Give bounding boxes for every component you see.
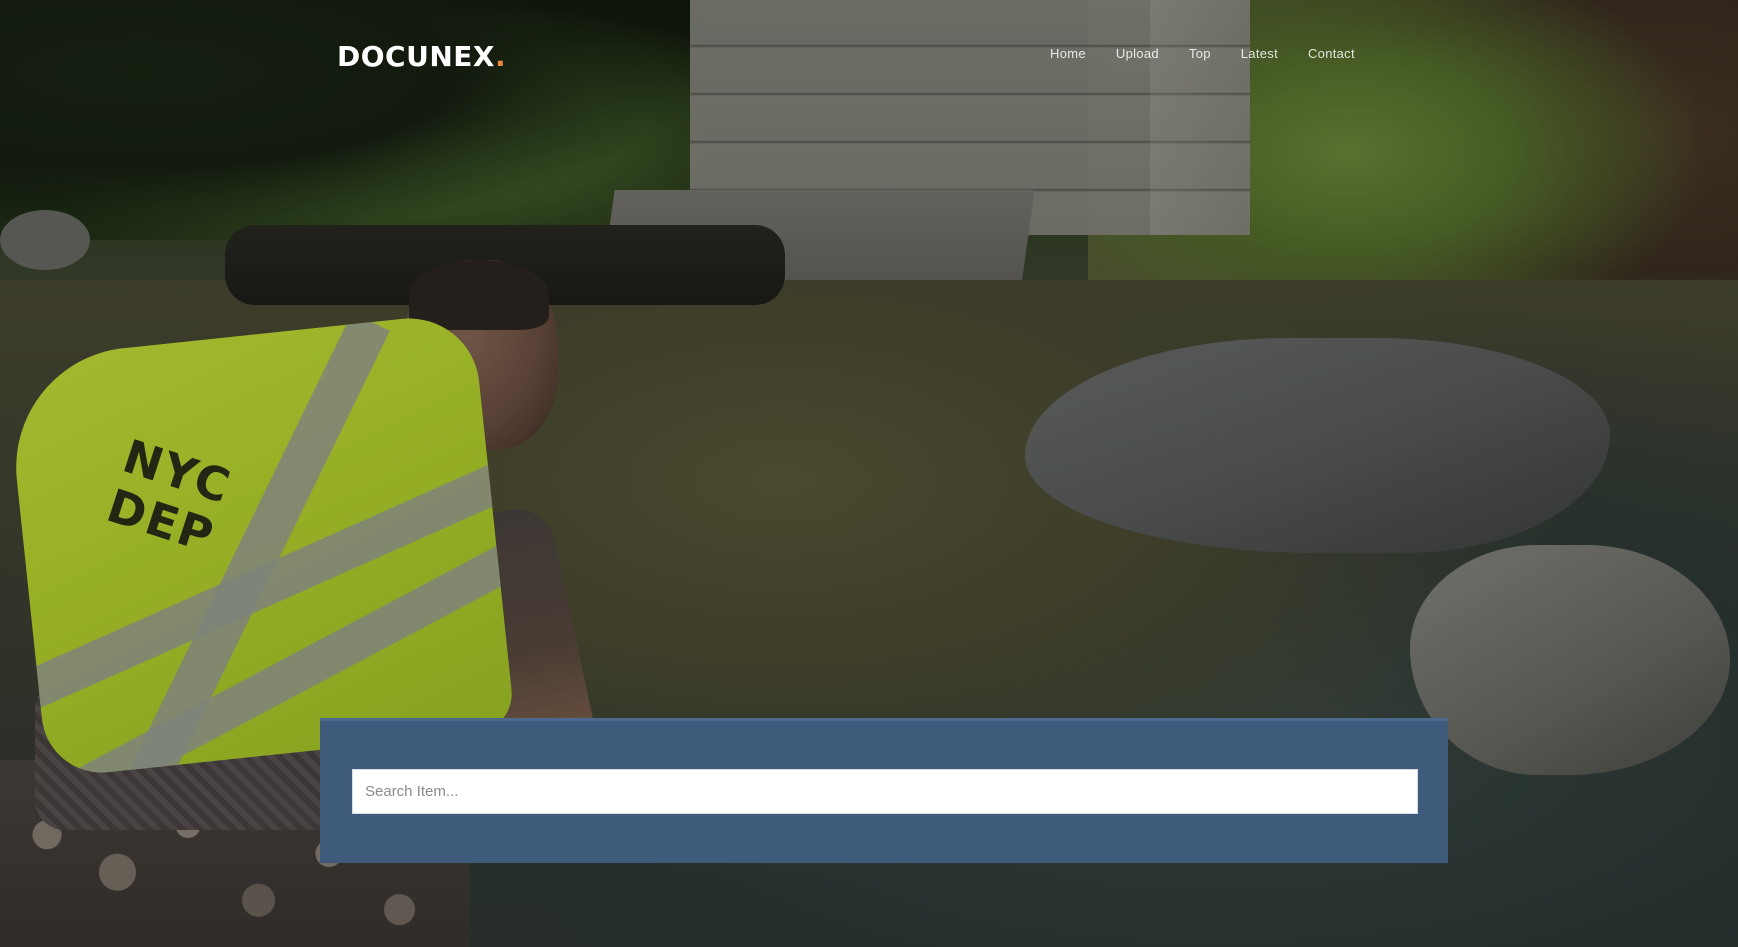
nav-latest[interactable]: Latest [1241,46,1278,61]
nav-top[interactable]: Top [1189,46,1211,61]
search-input[interactable] [352,769,1418,814]
logo-dot: . [494,40,507,73]
nav-home[interactable]: Home [1050,46,1086,61]
logo-text: DOCUNEX [337,40,495,73]
site-logo[interactable]: DOCUNEX. [337,40,506,73]
search-panel [320,718,1448,863]
nav-contact[interactable]: Contact [1308,46,1355,61]
nav-upload[interactable]: Upload [1116,46,1159,61]
main-nav: Home Upload Top Latest Contact [1050,46,1355,61]
